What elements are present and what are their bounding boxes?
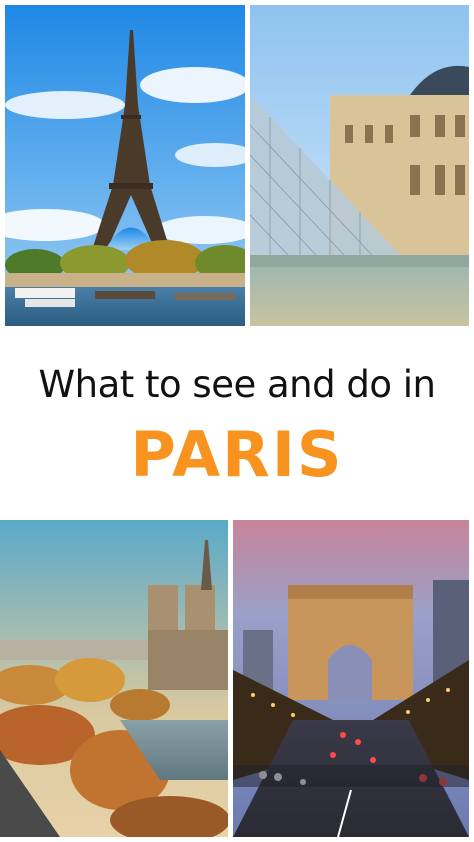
headline-line1: What to see and do in (38, 363, 436, 406)
arc-de-triomphe-photo (233, 520, 469, 837)
eiffel-tower-photo (5, 5, 245, 326)
louvre-pyramid-photo (250, 5, 469, 326)
notre-dame-photo (0, 520, 228, 837)
headline-city: PARIS (130, 418, 344, 491)
